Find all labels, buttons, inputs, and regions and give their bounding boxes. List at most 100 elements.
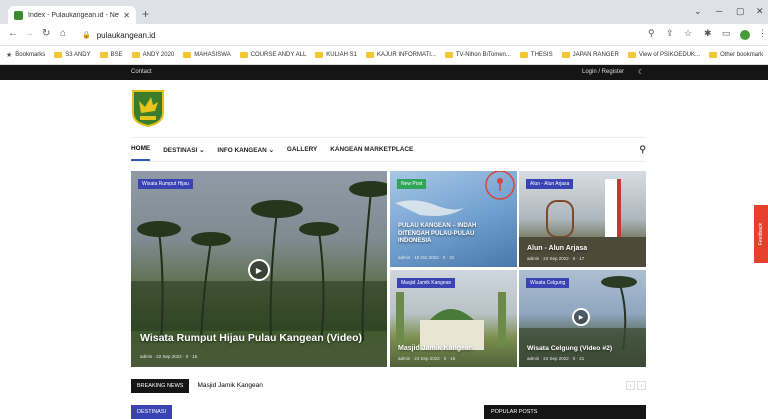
- close-tab-icon[interactable]: ✕: [123, 11, 130, 20]
- bookmark-item[interactable]: ★ Bookmarks: [6, 51, 45, 59]
- folder-icon: [131, 52, 140, 58]
- share-icon[interactable]: ⇪: [666, 28, 674, 39]
- chevron-down-icon[interactable]: ⌄: [694, 6, 702, 17]
- category-badge[interactable]: Wisata Celgung: [526, 278, 570, 288]
- bookmark-label: ANDY 2020: [142, 52, 175, 58]
- tab-title: Index - Pulaukangean.id - News: [28, 11, 120, 19]
- lock-icon: 🔒: [82, 32, 91, 39]
- forward-icon[interactable]: →: [24, 28, 34, 39]
- nav-info-kangean-label: INFO KANGEAN: [217, 146, 267, 154]
- bookmark-label: View of PSIKOEDUK...: [638, 52, 701, 58]
- breaking-news-label: BREAKING NEWS: [131, 378, 190, 393]
- folder-icon: [54, 52, 63, 58]
- folder-icon: [627, 52, 636, 58]
- feedback-button[interactable]: Feedback: [754, 205, 768, 263]
- play-icon[interactable]: ▶: [248, 259, 270, 281]
- minimize-icon[interactable]: ─: [716, 6, 722, 16]
- category-badge[interactable]: New Post: [397, 179, 427, 189]
- nav-gallery[interactable]: GALLERY: [287, 139, 317, 160]
- restore-icon[interactable]: ▢: [736, 6, 745, 17]
- card-title[interactable]: Masjid Jamik Kangean: [398, 345, 473, 352]
- zoom-icon[interactable]: ⚲: [648, 28, 655, 39]
- card-meta: admin · 22 Sep 2022 · 0 · 15: [140, 354, 198, 359]
- featured-card-pulau[interactable]: New Post PULAU KANGEAN – INDAH DITENGAH …: [390, 171, 517, 267]
- card-title[interactable]: PULAU KANGEAN – INDAH DITENGAH PULAU-PUL…: [398, 223, 508, 246]
- browser-window: Index - Pulaukangean.id - News ✕ + ⌄ ─ ▢…: [0, 0, 768, 419]
- card-meta: admin · 24 Sep 2022 · 0 · 17: [527, 256, 585, 261]
- card-title[interactable]: Alun - Alun Arjasa: [527, 245, 587, 252]
- nav-info-kangean[interactable]: INFO KANGEAN ⌄: [217, 139, 274, 161]
- next-icon[interactable]: ›: [637, 381, 646, 390]
- bookmark-star-icon[interactable]: ☆: [684, 28, 692, 39]
- breaking-news-item[interactable]: Masjid Jamik Kangean: [197, 382, 262, 389]
- close-window-icon[interactable]: ✕: [756, 6, 764, 17]
- main-nav: HOME DESTINASI ⌄ INFO KANGEAN ⌄ GALLERY …: [131, 137, 646, 162]
- bookmark-item[interactable]: TV-Nihon BiTomen...: [444, 52, 511, 58]
- web-page: Contact Login / Register ☾ HOME DESTINAS…: [0, 65, 768, 419]
- bookmark-item[interactable]: S3 ANDY: [54, 52, 91, 58]
- bookmark-label: KULIAH S1: [326, 52, 357, 58]
- bookmark-item[interactable]: BSE: [99, 52, 123, 58]
- prev-icon[interactable]: ‹: [626, 381, 635, 390]
- bookmark-item[interactable]: COURSE ANDY ALL: [239, 52, 307, 58]
- new-tab-icon[interactable]: +: [142, 8, 149, 20]
- url-bar[interactable]: 🔒 pulaukangean.id: [82, 27, 700, 43]
- bookmark-item[interactable]: KAJUR INFORMATI...: [365, 52, 436, 58]
- profile-avatar[interactable]: [740, 30, 750, 40]
- back-icon[interactable]: ←: [8, 28, 18, 39]
- chevron-down-icon: ⌄: [199, 146, 205, 154]
- site-topbar: Contact Login / Register ☾: [0, 65, 768, 80]
- bookmark-item[interactable]: MAHASISWA: [183, 52, 231, 58]
- star-icon: ★: [6, 52, 13, 59]
- bookmark-item[interactable]: ANDY 2020: [131, 52, 175, 58]
- site-logo[interactable]: [131, 89, 165, 127]
- featured-card-masjid[interactable]: Masjid Jamik Kangean Masjid Jamik Kangea…: [390, 270, 517, 367]
- card-meta: admin · 10 Oct 2022 · 0 · 31: [398, 255, 455, 260]
- bookmark-label: KAJUR INFORMATI...: [376, 52, 436, 58]
- folder-icon: [183, 52, 192, 58]
- chevron-down-icon: ⌄: [268, 146, 274, 154]
- folder-icon: [99, 52, 108, 58]
- nav-destinasi[interactable]: DESTINASI ⌄: [163, 139, 204, 161]
- card-title[interactable]: Wisata Celgung (Video #2): [527, 345, 612, 352]
- featured-card-celgung[interactable]: Wisata Celgung ▶ Wisata Celgung (Video #…: [519, 270, 646, 367]
- extensions-icon[interactable]: ✱: [704, 28, 712, 39]
- card-title[interactable]: Wisata Rumput Hijau Pulau Kangean (Video…: [140, 332, 362, 344]
- dark-mode-icon[interactable]: ☾: [638, 68, 644, 76]
- favicon-icon: [14, 10, 23, 20]
- search-icon[interactable]: ⚲: [639, 144, 646, 155]
- featured-card-alun[interactable]: Alun - Alun Arjasa Alun - Alun Arjasa ad…: [519, 171, 646, 267]
- browser-tab[interactable]: Index - Pulaukangean.id - News ✕: [8, 6, 136, 24]
- category-badge[interactable]: Masjid Jamik Kangean: [397, 278, 456, 288]
- folder-icon: [519, 52, 528, 58]
- breaking-news-bar: BREAKING NEWS Masjid Jamik Kangean ‹ ›: [131, 378, 646, 393]
- bookmark-item[interactable]: View of PSIKOEDUK...: [627, 52, 701, 58]
- bookmark-item[interactable]: Other bookmark: [709, 52, 763, 58]
- login-register-link[interactable]: Login / Register: [582, 69, 624, 75]
- nav-home[interactable]: HOME: [131, 138, 151, 161]
- featured-card-main[interactable]: Wisata Rumput Hijau ▶ Wisata Rumput Hija…: [131, 171, 387, 367]
- bookmarks-bar: ★ Bookmarks S3 ANDY BSE ANDY 2020 MAHASISWA CO…: [0, 46, 768, 65]
- bookmark-label: Other bookmark: [720, 52, 764, 58]
- section-popular-posts: POPULAR POSTS: [484, 405, 646, 419]
- tab-strip: Index - Pulaukangean.id - News ✕ + ⌄ ─ ▢…: [0, 0, 768, 24]
- nav-marketplace[interactable]: KANGEAN MARKETPLACE: [330, 139, 413, 160]
- home-icon[interactable]: ⌂: [60, 28, 66, 39]
- folder-icon: [315, 52, 324, 58]
- category-badge[interactable]: Alun - Alun Arjasa: [526, 179, 574, 189]
- play-icon[interactable]: ▶: [572, 308, 590, 326]
- contact-link[interactable]: Contact: [131, 69, 152, 75]
- bookmark-item[interactable]: JAPAN RANGER: [561, 52, 619, 58]
- bookmark-label: COURSE ANDY ALL: [250, 52, 307, 58]
- breaking-news-nav: ‹ ›: [624, 381, 646, 390]
- reload-icon[interactable]: ↻: [42, 28, 50, 39]
- folder-icon: [365, 52, 374, 58]
- sidepanel-icon[interactable]: ▭: [722, 28, 731, 39]
- category-badge[interactable]: Wisata Rumput Hijau: [138, 179, 193, 189]
- menu-icon[interactable]: ⋮: [758, 28, 767, 39]
- bookmark-item[interactable]: THESIS: [519, 52, 553, 58]
- bookmark-label: Bookmarks: [15, 52, 46, 58]
- folder-icon: [239, 52, 248, 58]
- bookmark-item[interactable]: KULIAH S1: [315, 52, 357, 58]
- bookmark-label: THESIS: [530, 52, 553, 58]
